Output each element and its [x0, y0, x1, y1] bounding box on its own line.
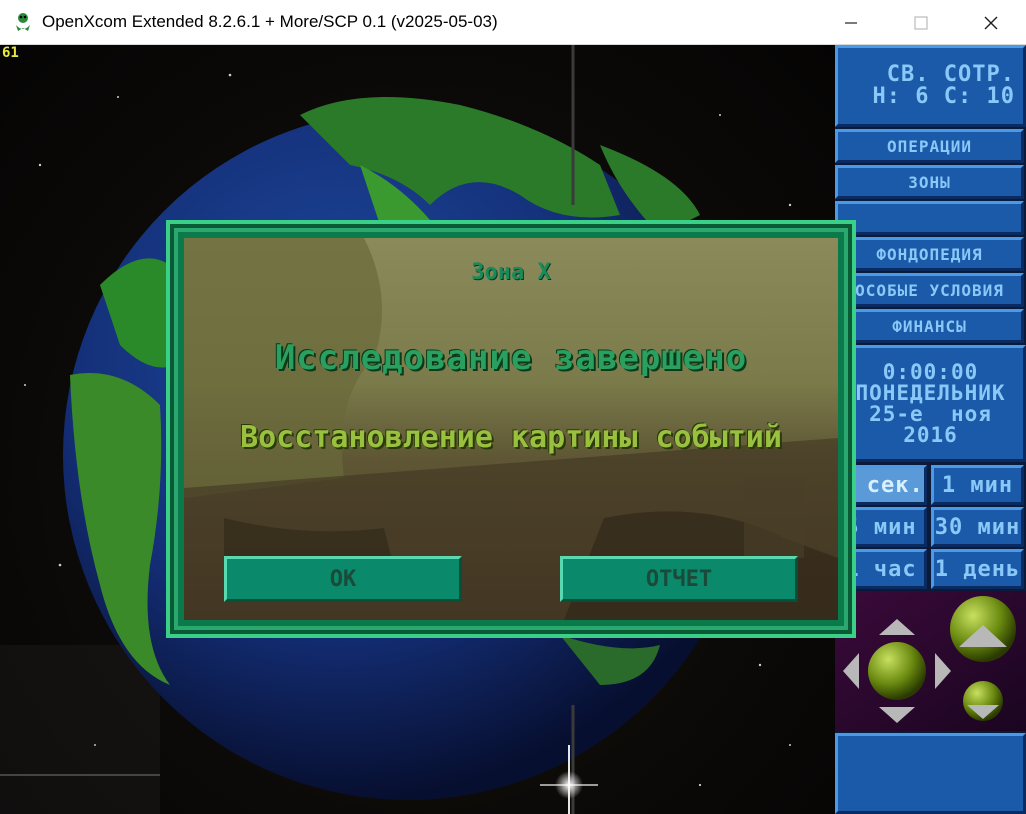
- minimize-button[interactable]: [816, 0, 886, 45]
- maximize-icon: [914, 15, 928, 30]
- clock-weekday: ПОНЕДЕЛЬНИК: [855, 380, 1006, 405]
- personnel-info: СВ. СОТР. Н: 6 С: 10: [835, 45, 1026, 127]
- finance-button[interactable]: ФИНАНСЫ: [835, 309, 1024, 343]
- panel-bottom-area: [835, 733, 1026, 814]
- game-clock: 0:00:00 ПОНЕДЕЛЬНИК 25-е ноя 2016: [835, 345, 1026, 462]
- clock-time: 0:00:00: [882, 359, 979, 384]
- research-topic-text: Восстановление картины событий: [240, 420, 782, 455]
- speed-1-min[interactable]: 1 мин: [931, 465, 1024, 505]
- minimize-icon: [845, 21, 857, 24]
- operations-button[interactable]: ОПЕРАЦИИ: [835, 129, 1024, 163]
- ok-button[interactable]: ОК: [224, 556, 462, 602]
- maximize-button[interactable]: [886, 0, 956, 45]
- app-icon: [16, 13, 30, 31]
- window-controls: [816, 0, 1026, 45]
- zones-button[interactable]: ЗОНЫ: [835, 165, 1024, 199]
- foundopedia-button[interactable]: ФОНДОПЕДИЯ: [835, 237, 1024, 271]
- rotate-globe-ball[interactable]: [868, 642, 926, 700]
- close-icon: [984, 16, 998, 29]
- speed-1-day[interactable]: 1 день: [931, 549, 1024, 589]
- window-titlebar: OpenXcom Extended 8.2.6.1 + More/SCP 0.1…: [0, 0, 1026, 45]
- personnel-counts: Н: 6 С: 10: [872, 84, 1015, 109]
- blank-button[interactable]: [835, 201, 1024, 235]
- special-conditions-button[interactable]: ОСОБЫЕ УСЛОВИЯ: [835, 273, 1024, 307]
- globe-controls: [835, 591, 1026, 731]
- game-viewport: 61 СВ. СОТР. Н: 6 С: 10 ОПЕРАЦИИ ЗОНЫ ФО…: [0, 45, 1026, 814]
- personnel-label: СВ. СОТР.: [886, 62, 1015, 87]
- clock-day: 25-е: [869, 401, 924, 426]
- research-status-text: Исследование завершено: [274, 338, 748, 378]
- clock-date: 25-е ноя: [869, 401, 992, 426]
- clock-year: 2016: [903, 422, 958, 447]
- speed-30-min[interactable]: 30 мин: [931, 507, 1024, 547]
- control-panel: СВ. СОТР. Н: 6 С: 10 ОПЕРАЦИИ ЗОНЫ ФОНДО…: [835, 45, 1026, 814]
- report-button[interactable]: ОТЧЕТ: [560, 556, 798, 602]
- research-complete-dialog: Зона Х Исследование завершено Восстановл…: [166, 220, 856, 638]
- fps-counter: 61: [2, 45, 19, 61]
- dialog-title: Зона Х: [471, 260, 551, 285]
- close-button[interactable]: [956, 0, 1026, 45]
- clock-month: ноя: [950, 401, 992, 426]
- window-title: OpenXcom Extended 8.2.6.1 + More/SCP 0.1…: [42, 12, 498, 31]
